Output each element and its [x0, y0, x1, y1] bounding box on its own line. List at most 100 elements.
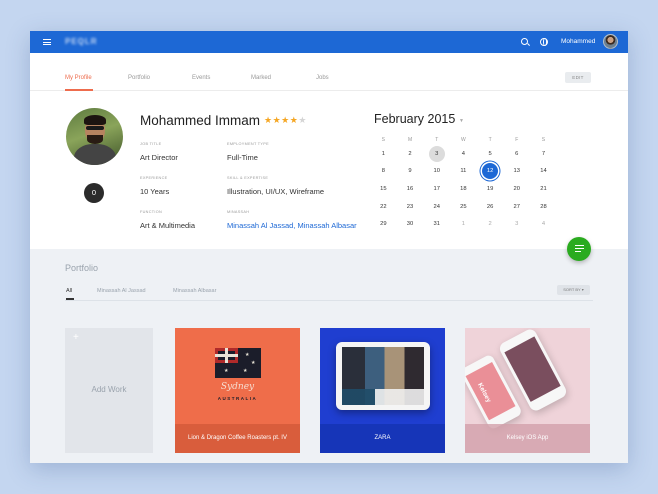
calendar-day-number: 12 — [482, 163, 499, 180]
calendar-day[interactable]: 5 — [477, 145, 504, 163]
calendar-day[interactable]: 1 — [450, 215, 477, 233]
calendar-day-number: 7 — [541, 150, 546, 157]
plus-icon: + — [73, 332, 79, 343]
chevron-down-icon[interactable]: ▼ — [459, 118, 464, 124]
weekday-label: T — [488, 137, 492, 143]
calendar-day-number: 10 — [433, 168, 440, 175]
calendar-day-number: 28 — [540, 203, 547, 210]
calendar-day[interactable]: 17 — [423, 180, 450, 198]
field-label: EXPERIENCE — [140, 176, 168, 180]
filter-all[interactable]: All — [66, 288, 72, 294]
sort-by-dropdown[interactable]: SORT BY ▾ — [557, 285, 590, 295]
filter-minassah-albasar[interactable]: Minassah Albasar — [173, 288, 216, 294]
calendar-day[interactable]: 19 — [477, 180, 504, 198]
tab-jobs[interactable]: Jobs — [316, 75, 329, 81]
calendar-day-number: 18 — [460, 185, 467, 192]
calendar-day[interactable]: 24 — [423, 198, 450, 216]
calendar-day[interactable]: 12 — [477, 163, 504, 181]
calendar-day[interactable]: 2 — [397, 145, 424, 163]
weekday-label: S — [381, 137, 386, 143]
user-name[interactable]: Mohammed — [561, 38, 595, 45]
calendar-title[interactable]: February 2015 — [374, 112, 455, 126]
calendar-day[interactable]: 7 — [530, 145, 557, 163]
tab-events[interactable]: Events — [192, 75, 210, 81]
calendar-day-number: 3 — [428, 145, 445, 162]
calendar-day[interactable]: 9 — [397, 163, 424, 181]
calendar-day[interactable]: 28 — [530, 198, 557, 216]
job-title-value: Art Director — [140, 153, 178, 162]
portfolio-card[interactable]: ★ ★ ★ ★ Sydney AUSTRALIA Lion & Dragon C… — [175, 328, 300, 453]
count-badge[interactable]: 0 — [84, 183, 104, 203]
top-navbar: PEQLR Mohammed — [30, 31, 628, 53]
star-empty-icon: ★ — [298, 115, 307, 125]
calendar-day-number: 25 — [460, 203, 467, 210]
calendar-day[interactable]: 15 — [370, 180, 397, 198]
field-label: FUNCTION — [140, 210, 163, 214]
app-logo[interactable]: PEQLR — [65, 37, 98, 46]
calendar-day[interactable]: 4 — [530, 215, 557, 233]
calendar-day[interactable]: 10 — [423, 163, 450, 181]
calendar-day-number: 8 — [381, 168, 385, 175]
tablet-mockup-image — [336, 342, 430, 410]
tab-my-profile[interactable]: My Profile — [65, 75, 92, 81]
calendar-day-number: 9 — [408, 168, 412, 175]
calendar-day[interactable]: 1 — [370, 145, 397, 163]
weekday-label: S — [541, 137, 546, 143]
calendar-day[interactable]: 3 — [503, 215, 530, 233]
calendar-day[interactable]: 29 — [370, 215, 397, 233]
calendar-day-number: 5 — [488, 150, 492, 157]
add-work-card[interactable]: + Add Work — [65, 328, 153, 453]
tab-portfolio[interactable]: Portfolio — [128, 75, 150, 81]
card-caption: Kelsey iOS App — [465, 424, 590, 453]
minassah-links[interactable]: Minassah Al Jassad, Minassah Albasar — [227, 221, 357, 230]
tab-marked[interactable]: Marked — [251, 75, 271, 81]
menu-icon[interactable] — [43, 39, 51, 45]
profile-section: 0 Mohammed Immam ★★★★★ JOB TITLE Art Dir… — [30, 91, 628, 249]
portfolio-card[interactable]: ZARA — [320, 328, 445, 453]
artwork-subtext: AUSTRALIA — [217, 396, 258, 401]
notes-fab-button[interactable] — [567, 237, 591, 261]
calendar-day[interactable]: 26 — [477, 198, 504, 216]
calendar-day[interactable]: 11 — [450, 163, 477, 181]
calendar-day-number: 16 — [406, 185, 414, 192]
calendar-day[interactable]: 27 — [503, 198, 530, 216]
calendar-day[interactable]: 18 — [450, 180, 477, 198]
calendar-day-number: 4 — [541, 221, 546, 228]
calendar-day[interactable]: 20 — [503, 180, 530, 198]
calendar-day-number: 1 — [461, 221, 466, 228]
divider — [65, 300, 593, 301]
calendar-day-number: 1 — [381, 150, 385, 157]
portfolio-section: Portfolio All Minassah Al Jassad Minassa… — [30, 249, 628, 463]
calendar-day[interactable]: 31 — [423, 215, 450, 233]
calendar-day[interactable]: 13 — [503, 163, 530, 181]
calendar-day-number: 13 — [513, 168, 520, 175]
calendar-day[interactable]: 8 — [370, 163, 397, 181]
calendar-day[interactable]: 22 — [370, 198, 397, 216]
calendar-day[interactable]: 30 — [397, 215, 424, 233]
search-icon[interactable] — [521, 38, 528, 45]
calendar-day[interactable]: 25 — [450, 198, 477, 216]
profile-name: Mohammed Immam — [140, 113, 261, 128]
calendar-day[interactable]: 4 — [450, 145, 477, 163]
field-label: EMPLOYMENT TYPE — [227, 142, 269, 146]
portfolio-card[interactable]: Kelsey Kelsey iOS App — [465, 328, 590, 453]
field-label: SKILL & EXPERTISE — [227, 176, 269, 180]
calendar-day[interactable]: 23 — [397, 198, 424, 216]
australia-flag-image: ★ ★ ★ ★ — [215, 348, 261, 378]
employment-type-value: Full-Time — [227, 153, 258, 162]
field-label: JOB TITLE — [140, 142, 162, 146]
calendar-day[interactable]: 6 — [503, 145, 530, 163]
filter-minassah-al-jassad[interactable]: Minassah Al Jassad — [97, 288, 146, 294]
star-filled-icon: ★ — [281, 115, 290, 125]
edit-button[interactable]: EDIT — [565, 72, 591, 83]
calendar-day[interactable]: 16 — [397, 180, 424, 198]
calendar-day[interactable]: 3 — [423, 145, 450, 163]
avatar[interactable] — [603, 34, 618, 49]
skills-value: Illustration, UI/UX, Wireframe — [227, 187, 325, 196]
globe-icon[interactable] — [540, 38, 548, 46]
calendar-day[interactable]: 2 — [477, 215, 504, 233]
calendar-day[interactable]: 14 — [530, 163, 557, 181]
calendar-day[interactable]: 21 — [530, 180, 557, 198]
profile-tabs: My Profile Portfolio Events Marked Jobs … — [30, 53, 628, 91]
calendar-day-number: 4 — [461, 150, 466, 157]
